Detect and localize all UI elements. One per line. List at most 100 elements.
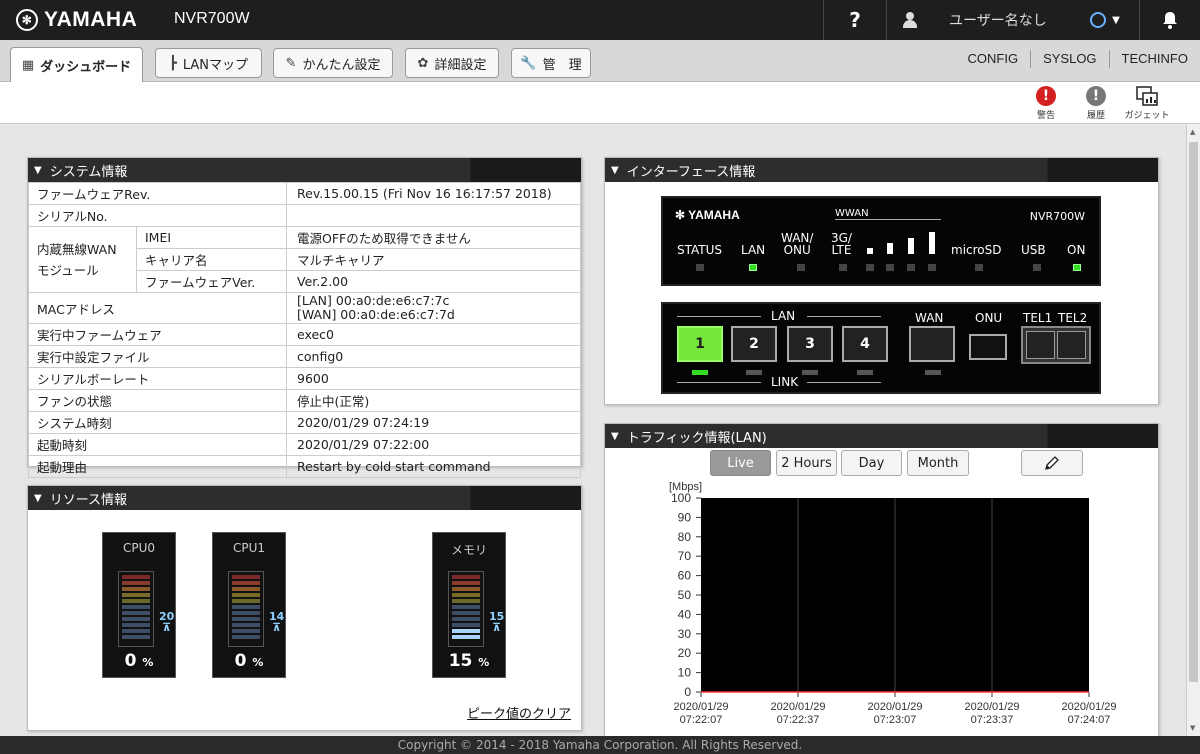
device-rear-panel: LAN 1 2 3 4 LINK WAN ONU TEL1 TEL2 [661,302,1101,394]
notification-button[interactable] [1140,0,1200,40]
tab-label: ダッシュボード [40,60,132,75]
onu-port-label: ONU [975,311,1003,325]
x-tick-label: 07:23:37 [971,714,1014,726]
device-front-panel: ✻ YAMAHA NVR700W WWAN STATUS LAN WAN/ ON… [661,196,1101,286]
meter-segment [452,617,480,621]
y-tick-label: 80 [678,530,692,544]
tab-advanced[interactable]: ✿ 詳細設定 [405,48,499,78]
panel-header[interactable]: ▼ システム情報 [28,158,581,182]
2-hours-button[interactable]: 2 Hours [776,450,837,476]
chevron-down-icon: ▼ [1112,14,1120,26]
live-button[interactable]: Live [710,450,771,476]
peak-value: 14 ⊼ [269,611,284,633]
scroll-thumb[interactable] [1189,142,1198,682]
config-link[interactable]: CONFIG [956,50,1031,68]
edit-button[interactable] [1021,450,1083,476]
clear-peak-link[interactable]: ピーク値のクリア [467,703,571,722]
device-brand: ✻ YAMAHA [675,208,740,222]
collapse-triangle-icon: ▼ [34,164,42,176]
y-tick-label: 30 [678,627,692,641]
row-value [286,204,581,227]
tel2-port[interactable] [1057,331,1086,359]
signal-bar [887,243,893,254]
tel1-port[interactable] [1026,331,1055,359]
meter-name: CPU1 [232,541,266,555]
row-label: ファームウェアRev. [28,182,287,205]
onu-port[interactable] [969,334,1007,360]
tab-dashboard[interactable]: ▦ ダッシュボード [10,47,143,83]
dashboard-area: ▼ システム情報 ファームウェアRev. Rev.15.00.15 (Fri Nov… [0,124,1186,736]
meter-segment [232,575,260,579]
status-dropdown[interactable]: ▼ [1075,0,1135,40]
x-tick-label: 2020/01/29 [867,701,922,713]
y-tick-label: 20 [678,646,692,660]
top-bar: ✻ YAMAHA NVR700W ? ユーザー名なし ▼ [0,0,1200,40]
meter-segment [232,617,260,621]
warning-label: 警告 [1036,111,1055,121]
group-line [677,316,761,317]
group-line [807,316,881,317]
panel-header[interactable]: ▼ リソース情報 [28,486,581,510]
row-label: 起動時刻 [28,433,287,456]
power-led-label: ON [1067,243,1086,257]
meter-segment [452,629,480,633]
table-row: 起動理由 Restart by cold start command [28,455,581,478]
meter-segment [122,587,150,591]
x-tick-label: 07:23:07 [874,714,917,726]
row-value: Rev.15.00.15 (Fri Nov 16 16:17:57 2018) [286,182,581,205]
link-group-label: LINK [771,375,799,389]
lan-port-4[interactable]: 4 [842,326,888,362]
lan-port-1[interactable]: 1 [677,326,723,362]
mac-wan: [WAN] 00:a0:de:e6:c7:7d [297,307,455,322]
usb-led-label: USB [1021,243,1046,257]
vertical-scrollbar[interactable]: ▲ ▼ [1186,124,1200,736]
peak-value: 20 ⊼ [159,611,174,633]
warning-button[interactable]: ! 警告 [1026,86,1066,121]
cpu1-meter: CPU1 14 ⊼ 0 % [212,532,286,678]
tab-label: 管 理 [542,57,582,73]
cpu0-meter: CPU0 20 ⊼ 0 % [102,532,176,678]
panel-title: リソース情報 [49,492,128,508]
traffic-info-panel: ▼ トラフィック情報(LAN) Live 2 Hours Day Month [M… [604,423,1159,736]
microsd-led [975,264,983,271]
microsd-led-label: microSD [951,243,1002,257]
group-line [677,382,761,383]
lanmap-icon: ┣ [169,55,177,71]
dashboard-icon: ▦ [21,58,35,73]
meter-segment [232,587,260,591]
history-button[interactable]: ! 履歴 [1076,86,1116,121]
level-bar [118,571,154,647]
scroll-up-icon[interactable]: ▲ [1190,128,1195,136]
meter-name: CPU0 [122,541,156,555]
panel-header[interactable]: ▼ インターフェース情報 [605,158,1158,182]
wrench-icon: 🔧 [520,55,537,71]
panel-title: インターフェース情報 [626,164,756,180]
table-row: 実行中ファームウェア exec0 [28,323,581,346]
tab-wizard[interactable]: ✎ かんたん設定 [273,48,393,78]
row-label: シリアルボーレート [28,367,287,390]
tel-ports[interactable] [1021,326,1091,364]
nav-bar: ▦ ダッシュボード ┣ LANマップ ✎ かんたん設定 ✿ 詳細設定 🔧 管 理 CONF… [0,40,1200,83]
syslog-link[interactable]: SYSLOG [1030,50,1108,68]
usb-led [1033,264,1041,271]
techinfo-link[interactable]: TECHINFO [1108,50,1200,68]
meter-segment [122,575,150,579]
wan-port[interactable] [909,326,955,362]
month-button[interactable]: Month [907,450,969,476]
lan-port-2[interactable]: 2 [731,326,777,362]
panel-header[interactable]: ▼ トラフィック情報(LAN) [605,424,1158,448]
help-button[interactable]: ? [824,0,886,40]
scroll-down-icon[interactable]: ▼ [1190,724,1195,732]
lan-port-3[interactable]: 3 [787,326,833,362]
user-menu[interactable]: ユーザー名なし [887,0,1062,40]
gadget-button[interactable]: ガジェット [1122,86,1172,121]
tab-lanmap[interactable]: ┣ LANマップ [155,48,262,78]
memory-meter: メモリ 15 ⊼ 15 % [432,532,506,678]
traffic-chart: [Mbps]01020304050607080901002020/01/2907… [669,481,1117,726]
collapse-triangle-icon: ▼ [611,164,619,176]
day-button[interactable]: Day [841,450,902,476]
meter-segment [452,581,480,585]
collapse-triangle-icon: ▼ [34,492,42,504]
tab-manage[interactable]: 🔧 管 理 [511,48,591,78]
y-tick-label: 60 [678,569,692,583]
